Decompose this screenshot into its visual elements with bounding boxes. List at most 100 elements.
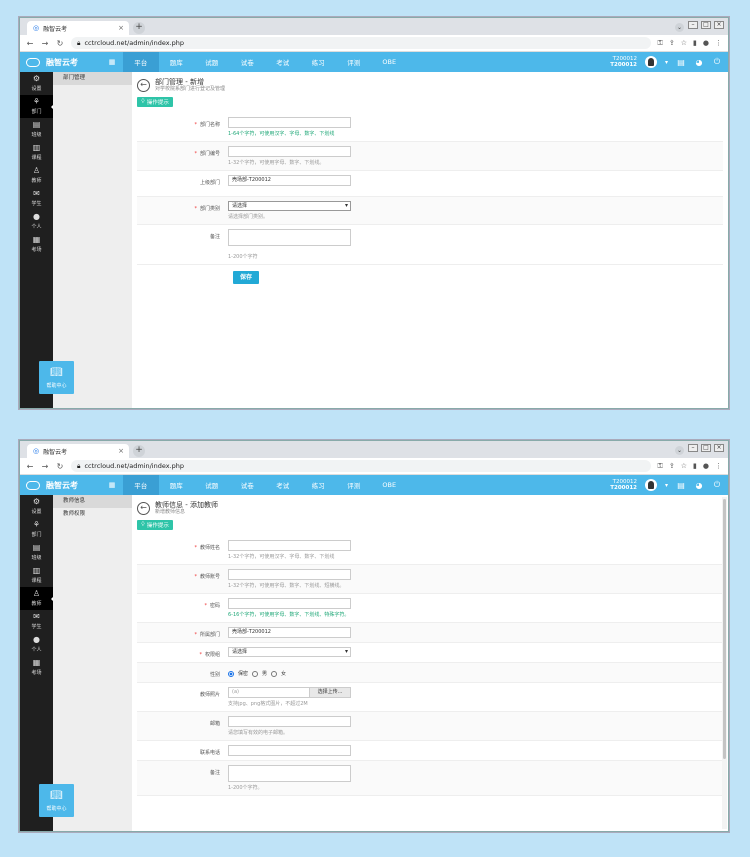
forward-icon[interactable]: → — [41, 39, 49, 48]
maximize-icon[interactable]: □ — [701, 444, 711, 452]
user-dropdown-icon[interactable]: ▾ — [665, 482, 668, 489]
avatar[interactable] — [644, 56, 657, 68]
palette-icon[interactable]: ◕ — [694, 58, 704, 67]
nav-papers[interactable]: 试卷 — [230, 52, 266, 72]
back-arrow-icon[interactable]: ← — [137, 78, 150, 92]
operation-hint-button[interactable]: 💡︎ 操作提示 — [137, 97, 173, 107]
address-bar[interactable]: 🔒︎ cctrcloud.net/admin/index.php — [71, 460, 651, 472]
notes-icon[interactable]: ▤ — [676, 58, 686, 67]
browser-tab[interactable]: ◎ 融智云考 × — [27, 444, 129, 458]
key-icon[interactable]: ⚿ — [658, 39, 663, 48]
bookmark-star-icon[interactable]: ☆ — [681, 462, 687, 471]
nav-question-bank[interactable]: 题库 — [159, 52, 195, 72]
choose-upload-button[interactable]: 选择上传... — [309, 688, 350, 697]
nav-platform[interactable]: 平台 — [123, 475, 159, 495]
profile-icon[interactable]: ● — [703, 39, 709, 48]
sidebar-item-exam-room[interactable]: ▦ 考场 — [20, 656, 53, 679]
parent-dept-input[interactable]: 壳场部-T200012 — [228, 175, 351, 186]
nav-obe[interactable]: OBE — [372, 52, 408, 72]
gender-radio-female[interactable] — [271, 670, 278, 677]
email-field[interactable] — [228, 716, 351, 727]
sidebar-item-personal[interactable]: ● 个人 — [20, 210, 53, 233]
menu-toggle-icon[interactable]: ▦ — [101, 58, 123, 66]
password-input[interactable] — [228, 598, 351, 609]
phone-input[interactable] — [228, 745, 351, 756]
nav-practice[interactable]: 练习 — [301, 52, 337, 72]
subnav-teacher-permission[interactable]: 教师权限 — [53, 508, 132, 521]
forward-icon[interactable]: → — [41, 462, 49, 471]
back-icon[interactable]: ← — [26, 39, 34, 48]
nav-obe[interactable]: OBE — [372, 475, 408, 495]
scrollbar-thumb[interactable] — [723, 499, 726, 759]
bookmark-star-icon[interactable]: ☆ — [681, 39, 687, 48]
sidebar-item-teacher[interactable]: ♙ 教师 — [20, 164, 53, 187]
minimize-icon[interactable]: – — [688, 21, 698, 29]
help-center-button[interactable]: 📖︎ 帮助中心 — [39, 361, 74, 394]
back-icon[interactable]: ← — [26, 462, 34, 471]
sidebar-item-student[interactable]: ✉ 学生 — [20, 610, 53, 633]
teacher-name-input[interactable] — [228, 540, 351, 551]
remark-textarea[interactable] — [228, 765, 351, 782]
address-bar[interactable]: 🔒︎ cctrcloud.net/admin/index.php — [71, 37, 651, 49]
maximize-icon[interactable]: □ — [701, 21, 711, 29]
nav-practice[interactable]: 练习 — [301, 475, 337, 495]
nav-questions[interactable]: 试题 — [194, 52, 230, 72]
menu-kebab-icon[interactable]: ⋮ — [715, 39, 722, 48]
sidebar-item-department[interactable]: ⚘ 部门 — [20, 518, 53, 541]
close-tab-icon[interactable]: × — [118, 24, 124, 32]
department-input[interactable]: 壳场部-T200012 — [228, 627, 351, 638]
nav-questions[interactable]: 试题 — [194, 475, 230, 495]
menu-toggle-icon[interactable]: ▦ — [101, 481, 123, 489]
sidebar-item-settings[interactable]: ⚙ 设置 — [20, 72, 53, 95]
sidebar-item-student[interactable]: ✉ 学生 — [20, 187, 53, 210]
close-tab-icon[interactable]: × — [118, 447, 124, 455]
sidebar-item-exam-room[interactable]: ▦ 考场 — [20, 233, 53, 256]
sidebar-item-department[interactable]: ⚘ 部门 — [20, 95, 54, 118]
help-center-button[interactable]: 📖︎ 帮助中心 — [39, 784, 74, 817]
sidebar-item-personal[interactable]: ● 个人 — [20, 633, 53, 656]
menu-kebab-icon[interactable]: ⋮ — [715, 462, 722, 471]
permission-group-select[interactable]: 请选择 — [228, 647, 351, 657]
nav-question-bank[interactable]: 题库 — [159, 475, 195, 495]
close-window-icon[interactable]: × — [714, 444, 724, 452]
gender-radio-male[interactable] — [252, 670, 259, 677]
brand[interactable]: 融智云考 — [20, 57, 101, 68]
user-dropdown-icon[interactable]: ▾ — [665, 59, 668, 66]
nav-papers[interactable]: 试卷 — [230, 475, 266, 495]
palette-icon[interactable]: ◕ — [694, 481, 704, 490]
share-icon[interactable]: ⇪ — [669, 462, 675, 471]
save-button[interactable]: 保存 — [233, 271, 259, 284]
tab-search-icon[interactable]: ⌄ — [675, 23, 684, 32]
nav-evaluation[interactable]: 评测 — [336, 52, 372, 72]
reload-icon[interactable]: ↻ — [56, 39, 64, 48]
dept-type-select[interactable]: 请选择 — [228, 201, 351, 211]
sidepanel-icon[interactable]: ▮ — [693, 462, 697, 471]
nav-exams[interactable]: 考试 — [265, 475, 301, 495]
nav-exams[interactable]: 考试 — [265, 52, 301, 72]
sidebar-item-class[interactable]: ▤ 班级 — [20, 541, 53, 564]
sidepanel-icon[interactable]: ▮ — [693, 39, 697, 48]
gender-radio-secret[interactable] — [228, 670, 234, 677]
sidebar-item-settings[interactable]: ⚙ 设置 — [20, 495, 53, 518]
sidebar-item-course[interactable]: ▥ 课程 — [20, 564, 53, 587]
sidebar-item-course[interactable]: ▥ 课程 — [20, 141, 53, 164]
sidebar-item-teacher[interactable]: ♙ 教师 — [20, 587, 54, 610]
teacher-account-input[interactable] — [228, 569, 351, 580]
avatar[interactable] — [644, 479, 657, 491]
profile-icon[interactable]: ● — [703, 462, 709, 471]
nav-evaluation[interactable]: 评测 — [336, 475, 372, 495]
close-window-icon[interactable]: × — [714, 21, 724, 29]
reload-icon[interactable]: ↻ — [56, 462, 64, 471]
dept-code-input[interactable] — [228, 146, 351, 157]
tab-search-icon[interactable]: ⌄ — [675, 446, 684, 455]
brand[interactable]: 融智云考 — [20, 480, 101, 491]
subnav-department-management[interactable]: 部门管理 — [53, 72, 132, 85]
subnav-teacher-info[interactable]: 教师信息 — [53, 495, 132, 508]
back-arrow-icon[interactable]: ← — [137, 501, 150, 515]
notes-icon[interactable]: ▤ — [676, 481, 686, 490]
key-icon[interactable]: ⚿ — [658, 462, 663, 471]
scrollbar[interactable] — [722, 497, 727, 829]
remark-textarea[interactable] — [228, 229, 351, 246]
operation-hint-button[interactable]: 💡︎ 操作提示 — [137, 520, 173, 530]
sidebar-item-class[interactable]: ▤ 班级 — [20, 118, 53, 141]
